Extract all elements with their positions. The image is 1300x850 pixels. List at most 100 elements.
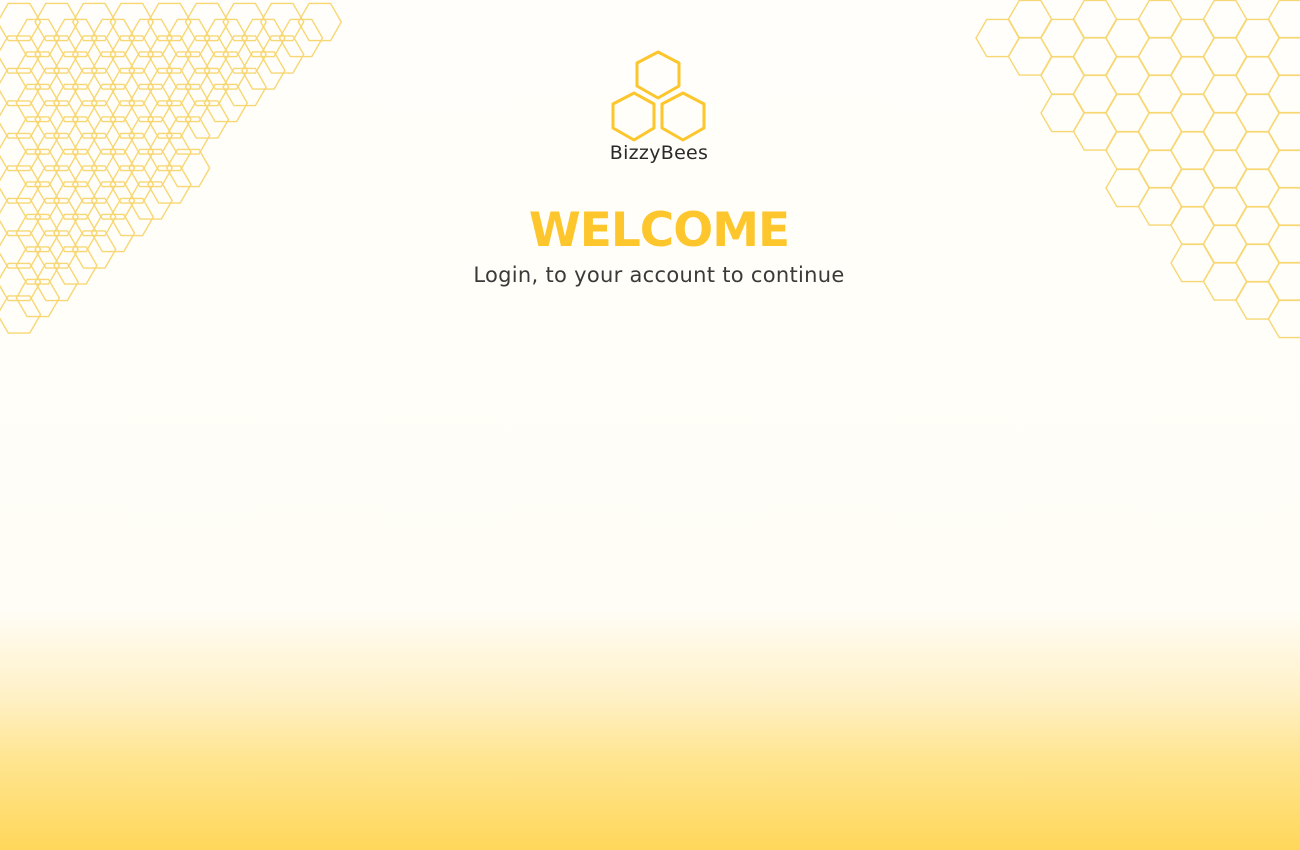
honeycomb-cell <box>222 67 267 107</box>
honeycomb-cell <box>109 100 155 139</box>
honeycomb-cell <box>90 83 136 123</box>
honeycomb-cell <box>128 116 173 155</box>
honeycomb-cell <box>1072 0 1118 39</box>
honeycomb-cell <box>1202 112 1248 151</box>
honeycomb-cell <box>1202 37 1248 76</box>
honeycomb-cell <box>109 132 155 172</box>
honeycomb-cell <box>1235 206 1280 245</box>
honeycomb-cell <box>1267 262 1300 301</box>
honeycomb-cell <box>203 83 249 123</box>
honeycomb-cell <box>1235 281 1280 320</box>
honeycomb-cell <box>34 230 79 269</box>
honeycomb-cell <box>1202 74 1248 114</box>
honeycomb-cell <box>184 67 230 107</box>
honeycomb-cell <box>165 18 211 58</box>
honeycomb-cell <box>222 2 267 42</box>
honeycomb-cell <box>241 51 286 90</box>
honeycomb-cell <box>203 18 249 58</box>
honeycomb-cell <box>0 132 42 172</box>
honeycomb-cell <box>1170 206 1215 245</box>
honeycomb-cell <box>1202 262 1248 301</box>
honeycomb-cell <box>1170 131 1215 170</box>
honeycomb-cell <box>128 51 173 90</box>
honeycomb-cell <box>1137 0 1183 39</box>
honeycomb-cell <box>1105 93 1150 133</box>
login-subtitle: Login, to your account to continue <box>473 263 845 287</box>
honeycomb-cell <box>147 100 192 139</box>
honeycomb-cell <box>1040 18 1085 58</box>
honeycomb-cell <box>165 83 211 123</box>
honeycomb-cell <box>1170 168 1215 208</box>
honeycomb-cell <box>1202 187 1248 226</box>
honeycomb-cell <box>1170 243 1215 283</box>
honeycomb-cell <box>90 148 136 188</box>
honeycomb-cell <box>222 35 267 74</box>
honeycomb-cell <box>259 2 305 42</box>
honeycomb-cell <box>71 197 117 237</box>
honeycomb-cell <box>71 2 117 42</box>
honeycomb-cell <box>1137 74 1183 114</box>
honeycomb-cell <box>15 18 61 58</box>
honeycomb-cell <box>1170 56 1215 95</box>
honeycomb-cell <box>1235 131 1280 170</box>
honeycomb-cell <box>1267 0 1300 39</box>
honeycomb-cell <box>109 2 155 42</box>
honeycomb-cell <box>90 116 136 155</box>
honeycomb-cell <box>297 2 343 42</box>
honeycomb-cell <box>184 100 230 139</box>
honeycomb-cell <box>1007 0 1053 39</box>
honeycomb-cell <box>147 2 192 42</box>
honeycomb-cell <box>165 116 211 155</box>
honeycomb-cell <box>34 35 79 74</box>
honeycomb-cell <box>53 116 98 155</box>
honeycomb-cell <box>15 181 61 220</box>
honeycomb-cell <box>109 197 155 237</box>
honeycomb-cell <box>15 246 61 285</box>
honeycomb-cell <box>1202 149 1248 189</box>
honeycomb-cell <box>15 148 61 188</box>
honeycomb-cell <box>1072 112 1118 151</box>
honeycomb-cell <box>71 67 117 107</box>
honeycomb-cell <box>1235 56 1280 95</box>
honeycomb-cell <box>15 83 61 123</box>
honeycomb-cell <box>128 181 173 220</box>
honeycomb-cell <box>259 35 305 74</box>
honeycomb-cell <box>184 35 230 74</box>
honeycomb-cell <box>1137 187 1183 226</box>
honeycomb-cell <box>1105 131 1150 170</box>
honeycomb-cell <box>1235 18 1280 58</box>
honeycomb-cell <box>15 213 61 253</box>
honeycomb-cell <box>1007 37 1053 76</box>
honeycomb-cell <box>71 132 117 172</box>
honeycomb-cell <box>53 83 98 123</box>
honeycomb-cell <box>53 181 98 220</box>
honeycomb-cell <box>90 51 136 90</box>
honeycomb-cell <box>53 148 98 188</box>
honeycomb-cell <box>53 51 98 90</box>
honeycomb-cell <box>1137 149 1183 189</box>
honeycomb-cell <box>165 148 211 188</box>
honeycomb-cell <box>34 100 79 139</box>
honeycomb-cell <box>109 35 155 74</box>
welcome-heading: WELCOME <box>528 203 790 258</box>
honeycomb-cell <box>0 295 42 334</box>
honeycomb-cell <box>1137 37 1183 76</box>
honeycomb-cell <box>0 165 42 204</box>
honeycomb-cell <box>1202 0 1248 39</box>
honeycomb-cell <box>975 18 1020 58</box>
honeycomb-cell <box>0 197 42 237</box>
honeycomb-cell <box>278 18 324 58</box>
honeycomb-cell <box>15 51 61 90</box>
honeycomb-cell <box>165 51 211 90</box>
honeycomb-cell <box>203 51 249 90</box>
honeycomb-cell <box>1267 149 1300 189</box>
honeycomb-cell <box>34 132 79 172</box>
honeycomb-cell <box>147 35 192 74</box>
honeycomb-cell <box>0 67 42 107</box>
honeycomb-cell <box>15 116 61 155</box>
honeycomb-cell <box>109 67 155 107</box>
honeycomb-cell <box>1235 93 1280 133</box>
honeycomb-cell <box>71 100 117 139</box>
honeycomb-cell <box>1202 224 1248 264</box>
honeycomb-cell <box>34 262 79 302</box>
